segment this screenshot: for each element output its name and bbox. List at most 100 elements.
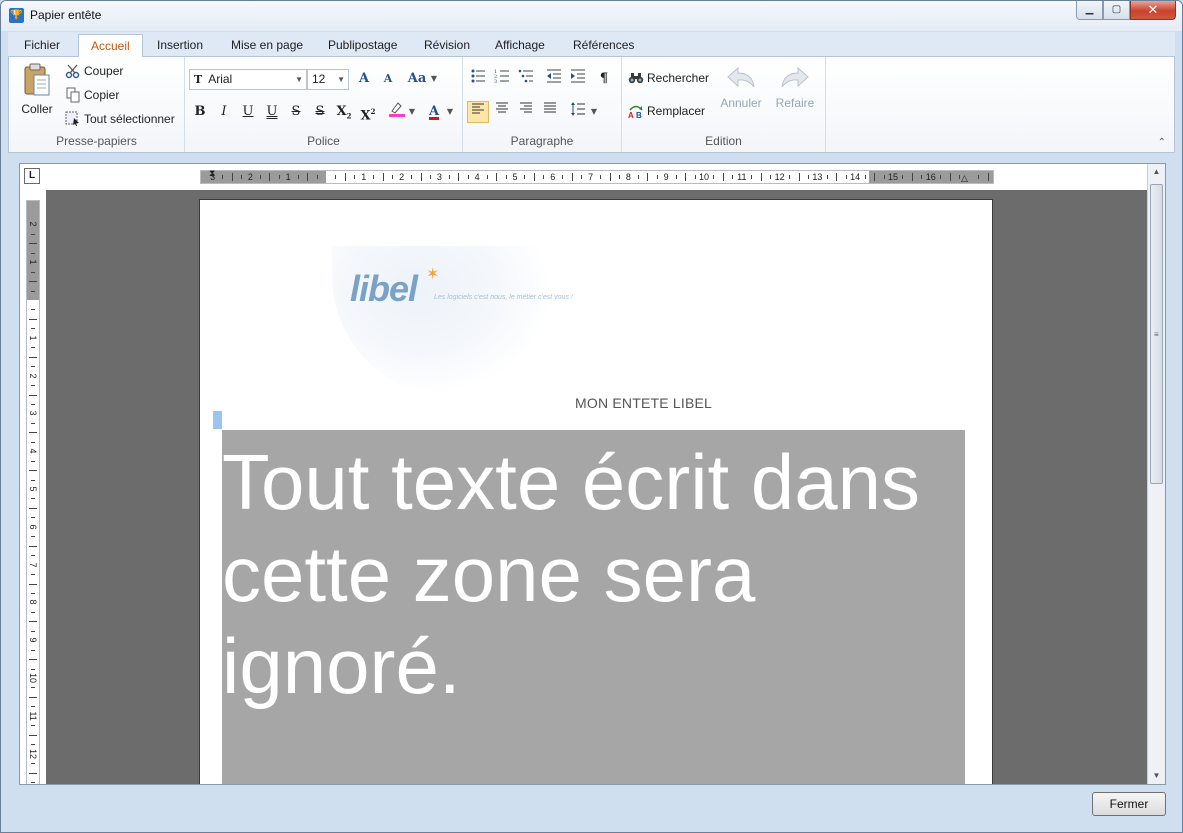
ruler-tick [278, 175, 280, 179]
find-button[interactable]: Rechercher [628, 67, 709, 89]
ruler-number: 14 [850, 172, 861, 182]
tab-insertion[interactable]: Insertion [155, 34, 205, 57]
font-family-select[interactable]: T Arial ▼ [189, 69, 307, 90]
tab-publipostage[interactable]: Publipostage [326, 34, 399, 57]
ruler-tick [29, 243, 37, 245]
ruler-tick [874, 173, 876, 181]
ruler-number: 8 [28, 599, 38, 605]
ruler-tick [789, 175, 791, 179]
undo-button[interactable]: Annuler [718, 65, 764, 110]
right-indent-marker[interactable]: △ [961, 173, 968, 184]
tab-references[interactable]: Références [571, 34, 636, 57]
tab-selector[interactable]: L [24, 168, 40, 184]
decrease-indent-button[interactable] [543, 68, 565, 90]
close-button[interactable]: Fermer [1092, 792, 1166, 816]
dialog-footer: Fermer [1, 786, 1182, 832]
minimize-button[interactable]: ▁ [1076, 1, 1103, 20]
numbering-button[interactable]: 123 [491, 68, 513, 90]
align-left-button[interactable] [467, 101, 489, 123]
underline-button[interactable]: U [237, 101, 259, 123]
horizontal-ruler[interactable]: ⧗ △ 3 2 1 1 2 3 4 5 6 7 8 9 10 11 12 13 14 15 16 [200, 168, 994, 184]
document-page[interactable]: libel ✶ Les logiciels c'est nous, le mét… [199, 199, 993, 784]
ruler-tick [571, 173, 573, 181]
header-title[interactable]: MON ENTETE LIBEL [575, 395, 712, 411]
change-case-dropdown[interactable]: ▼ [428, 68, 440, 90]
ruler-tick [675, 175, 677, 179]
bullets-button[interactable] [467, 68, 489, 90]
font-color-dropdown[interactable]: ▼ [445, 101, 455, 123]
group-paragraph: 123 ¶ ▼ Paragraphe [463, 57, 622, 152]
italic-button[interactable]: I [213, 101, 235, 123]
ruler-tick [429, 175, 431, 179]
title-bar: 🏆 Papier entête ▁ ▢ ✕ [1, 1, 1182, 31]
ruler-number: 5 [512, 172, 518, 182]
change-case-button[interactable]: Aa [403, 68, 431, 90]
font-type-icon: T [194, 73, 203, 86]
show-formatting-button[interactable]: ¶ [593, 68, 615, 90]
tab-fichier[interactable]: Fichier [22, 34, 62, 57]
close-window-button[interactable]: ✕ [1130, 1, 1176, 20]
ruler-tick [685, 173, 687, 181]
ruler-tick [382, 173, 384, 181]
scroll-down-icon[interactable]: ▼ [1148, 768, 1165, 784]
ruler-tick [31, 403, 35, 405]
double-strikethrough-button[interactable]: S [309, 101, 331, 123]
shrink-font-button[interactable]: A [377, 68, 399, 90]
justify-button[interactable] [539, 101, 561, 123]
ruler-tick [31, 479, 35, 481]
multilevel-list-button[interactable] [515, 68, 537, 90]
superscript-button[interactable]: X2 [357, 101, 379, 123]
scroll-thumb[interactable]: ≡ [1150, 184, 1163, 484]
ruler-tick [240, 175, 242, 179]
tab-revision[interactable]: Révision [422, 34, 472, 57]
increase-indent-button[interactable] [567, 68, 589, 90]
ruler-tick [949, 173, 951, 181]
paste-button[interactable]: Coller [17, 63, 57, 116]
increase-indent-icon [571, 69, 585, 83]
ignored-text-zone[interactable]: Tout texte écrit dans cette zone sera ig… [222, 430, 965, 784]
tab-mise-en-page[interactable]: Mise en page [229, 34, 305, 57]
ruler-number: 2 [247, 172, 253, 182]
font-size-select[interactable]: 12 ▼ [307, 69, 349, 90]
line-spacing-dropdown[interactable]: ▼ [589, 101, 599, 123]
collapse-ribbon-icon[interactable]: ⌃ [1158, 137, 1166, 148]
ruler-tick [29, 281, 37, 283]
app-window: 🏆 Papier entête ▁ ▢ ✕ Fichier Accueil In… [0, 0, 1183, 833]
app-icon: 🏆 [9, 8, 24, 23]
ruler-number: 10 [698, 172, 710, 182]
maximize-button[interactable]: ▢ [1103, 1, 1130, 20]
replace-button[interactable]: AB Remplacer [628, 100, 705, 122]
copy-button[interactable]: Copier [65, 84, 119, 106]
line-spacing-button[interactable] [567, 101, 589, 123]
ruler-tick [31, 611, 35, 613]
align-right-button[interactable] [515, 101, 537, 123]
chevron-down-icon: ▼ [408, 107, 416, 116]
pilcrow-icon: ¶ [599, 71, 609, 86]
subscript-button[interactable]: X2 [333, 101, 355, 123]
bullet-list-icon [471, 69, 485, 83]
vertical-ruler[interactable]: 2 1 1 2 3 4 5 6 7 8 9 10 11 12 [26, 200, 40, 784]
bold-button[interactable]: B [189, 101, 211, 123]
ruler-number: 11 [737, 172, 747, 182]
redo-button[interactable]: Refaire [772, 65, 818, 110]
tab-affichage[interactable]: Affichage [493, 34, 547, 57]
strikethrough-button[interactable]: S [285, 101, 307, 123]
cut-button[interactable]: Couper [65, 60, 123, 82]
ruler-tick [29, 470, 37, 472]
ruler-tick [231, 173, 233, 181]
ruler-tick [883, 175, 885, 179]
select-all-button[interactable]: Tout sélectionner [65, 108, 175, 130]
scroll-up-icon[interactable]: ▲ [1148, 164, 1165, 180]
tab-accueil[interactable]: Accueil [78, 34, 143, 58]
vertical-scrollbar[interactable]: ▲ ≡ ▼ [1147, 164, 1165, 784]
ruler-tick [29, 659, 37, 661]
double-underline-button[interactable]: U [261, 101, 283, 123]
font-color-button[interactable]: A [423, 101, 445, 123]
align-center-button[interactable] [491, 101, 513, 123]
grow-font-button[interactable]: A [353, 68, 375, 90]
highlight-dropdown[interactable]: ▼ [407, 101, 417, 123]
ruler-tick [420, 173, 422, 181]
chevron-down-icon: ▼ [590, 107, 598, 116]
ruler-tick [31, 460, 35, 462]
highlight-button[interactable] [385, 101, 409, 123]
